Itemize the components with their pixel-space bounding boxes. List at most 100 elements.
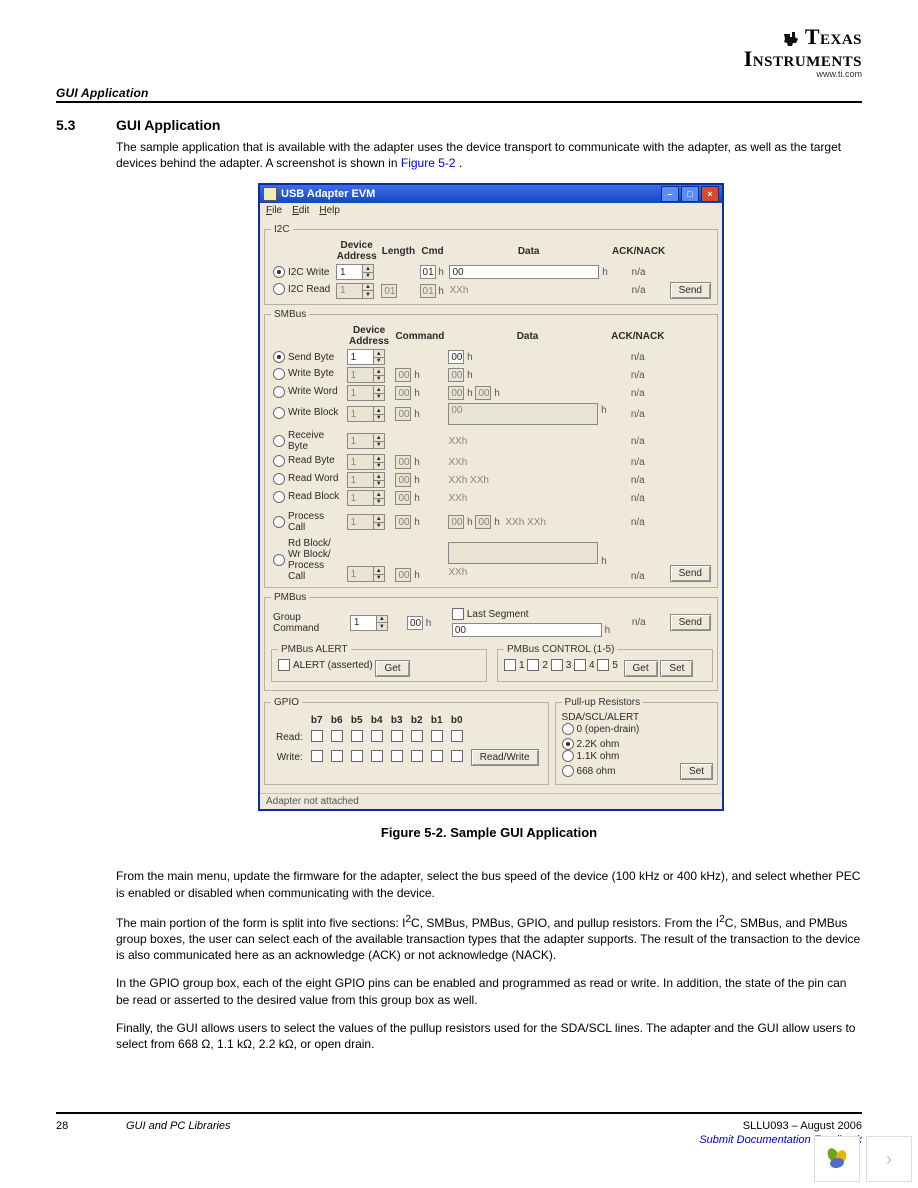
radio-pu-668[interactable]: 668 ohm — [562, 765, 616, 777]
tb-wbl-data[interactable]: 00 — [448, 403, 598, 425]
logo-top: Texas — [805, 26, 862, 48]
spin-wb-addr[interactable]: 1▲▼ — [347, 367, 385, 383]
spin-rdb-addr[interactable]: 1▲▼ — [347, 454, 385, 470]
chk-ctrl-1[interactable]: 1 — [504, 659, 525, 671]
chk-write-b3[interactable] — [391, 750, 403, 762]
chk-write-b4[interactable] — [371, 750, 383, 762]
tb-pc-d2[interactable]: 00 — [475, 515, 491, 529]
tb-rdw-cmd[interactable]: 00 — [395, 473, 411, 487]
paragraph-3: The main portion of the form is split in… — [116, 913, 862, 964]
menu-file[interactable]: File — [266, 205, 282, 216]
spin-rb-addr[interactable]: 1▲▼ — [347, 433, 385, 449]
tb-pc-d1[interactable]: 00 — [448, 515, 464, 529]
radio-read-byte[interactable]: Read Byte — [273, 455, 335, 467]
tb-rdbl-cmd[interactable]: 00 — [395, 491, 411, 505]
btn-pmbus-send[interactable]: Send — [670, 614, 711, 631]
radio-rdwr-block[interactable]: Rd Block/Wr Block/ProcessCall — [273, 538, 331, 582]
spin-i2cw-addr[interactable]: 1▲▼ — [336, 264, 374, 280]
hdr-b6: b6 — [328, 714, 346, 727]
tb-i2cw-cmd[interactable]: 01 — [420, 265, 436, 279]
tb-pc-cmd[interactable]: 00 — [395, 515, 411, 529]
tb-ww-d2[interactable]: 00 — [475, 386, 491, 400]
chk-write-b5[interactable] — [351, 750, 363, 762]
radio-pu-11[interactable]: 1.1K ohm — [562, 750, 620, 762]
tb-gc-data[interactable]: 00 — [452, 623, 602, 637]
chk-ctrl-3[interactable]: 3 — [551, 659, 572, 671]
chk-write-b7[interactable] — [311, 750, 323, 762]
close-button[interactable]: × — [701, 186, 719, 202]
group-pmbus-alert: PMBus ALERT ALERT (asserted) Get — [271, 644, 487, 682]
btn-ctrl-set[interactable]: Set — [660, 660, 693, 677]
chk-ctrl-2[interactable]: 2 — [527, 659, 548, 671]
btn-alert-get[interactable]: Get — [375, 660, 409, 677]
figure-link[interactable]: Figure 5-2 — [401, 156, 456, 170]
chk-read-b5[interactable] — [351, 730, 363, 742]
chk-read-b3[interactable] — [391, 730, 403, 742]
chk-ctrl-4[interactable]: 4 — [574, 659, 595, 671]
radio-read-word[interactable]: Read Word — [273, 473, 338, 485]
minimize-button[interactable]: – — [661, 186, 679, 202]
tb-rdb-cmd[interactable]: 00 — [395, 455, 411, 469]
btn-gpio-readwrite[interactable]: Read/Write — [471, 749, 539, 766]
btn-pullup-set[interactable]: Set — [680, 763, 713, 780]
chk-read-b1[interactable] — [431, 730, 443, 742]
spin-rdbl-addr[interactable]: 1▲▼ — [347, 490, 385, 506]
spin-wbl-addr[interactable]: 1▲▼ — [347, 406, 385, 422]
tb-sb-data[interactable]: 00 — [448, 350, 464, 364]
radio-pu-22[interactable]: 2.2K ohm — [562, 738, 620, 750]
chk-write-b6[interactable] — [331, 750, 343, 762]
maximize-button[interactable]: □ — [681, 186, 699, 202]
chk-read-b2[interactable] — [411, 730, 423, 742]
chk-read-b6[interactable] — [331, 730, 343, 742]
chk-last-segment[interactable]: Last Segment — [452, 608, 529, 620]
chk-read-b7[interactable] — [311, 730, 323, 742]
tb-i2cr-len[interactable]: 01 — [381, 284, 397, 298]
btn-smbus-send[interactable]: Send — [670, 565, 711, 582]
spin-rdw-addr[interactable]: 1▲▼ — [347, 472, 385, 488]
tb-i2cr-cmd[interactable]: 01 — [420, 284, 436, 298]
chk-write-b2[interactable] — [411, 750, 423, 762]
chk-alert-asserted[interactable]: ALERT (asserted) — [278, 659, 373, 671]
ack-gc: n/a — [612, 607, 665, 638]
radio-write-byte[interactable]: Write Byte — [273, 368, 334, 380]
btn-i2c-send[interactable]: Send — [670, 282, 711, 299]
tb-rwb-data[interactable] — [448, 542, 598, 564]
spin-pc-addr[interactable]: 1▲▼ — [347, 514, 385, 530]
viewer-logo-icon[interactable] — [814, 1136, 860, 1182]
tb-i2cw-data[interactable]: 00 — [449, 265, 599, 279]
hdr-length: Length — [379, 239, 417, 263]
chk-write-b1[interactable] — [431, 750, 443, 762]
radio-send-byte[interactable]: Send Byte — [273, 351, 334, 363]
viewer-next-button[interactable]: › — [866, 1136, 912, 1182]
group-smbus: SMBus DeviceAddress Command Data ACK/NAC… — [264, 309, 718, 588]
spin-rwb-addr[interactable]: 1▲▼ — [347, 566, 385, 582]
radio-process-call[interactable]: ProcessCall — [273, 511, 324, 533]
radio-write-block[interactable]: Write Block — [273, 407, 338, 419]
chk-ctrl-5[interactable]: 5 — [597, 659, 618, 671]
radio-read-block[interactable]: Read Block — [273, 491, 339, 503]
spin-i2cr-addr[interactable]: 1▲▼ — [336, 283, 374, 299]
txt-rdb-data: XXh — [448, 457, 467, 468]
tb-wbl-cmd[interactable]: 00 — [395, 407, 411, 421]
chk-read-b0[interactable] — [451, 730, 463, 742]
tb-wb-cmd[interactable]: 00 — [395, 368, 411, 382]
btn-ctrl-get[interactable]: Get — [624, 660, 658, 677]
radio-receive-byte[interactable]: ReceiveByte — [273, 430, 324, 452]
radio-pu-open[interactable]: 0 (open-drain) — [562, 723, 640, 735]
tb-rwb-cmd[interactable]: 00 — [395, 568, 411, 582]
tb-ww-cmd[interactable]: 00 — [395, 386, 411, 400]
spin-ww-addr[interactable]: 1▲▼ — [347, 385, 385, 401]
spin-gc-addr[interactable]: 1▲▼ — [350, 615, 388, 631]
radio-write-word[interactable]: Write Word — [273, 386, 338, 398]
radio-i2c-read[interactable]: I2C Read — [273, 283, 330, 295]
tb-wb-data[interactable]: 00 — [448, 368, 464, 382]
menu-help[interactable]: Help — [319, 205, 340, 216]
tb-ww-d1[interactable]: 00 — [448, 386, 464, 400]
lbl-group-command: GroupCommand — [271, 607, 348, 638]
menu-edit[interactable]: Edit — [292, 205, 309, 216]
chk-read-b4[interactable] — [371, 730, 383, 742]
radio-i2c-write[interactable]: I2C Write — [273, 266, 330, 278]
tb-gc-cmd[interactable]: 00 — [407, 616, 423, 630]
spin-sb-addr[interactable]: 1▲▼ — [347, 349, 385, 365]
chk-write-b0[interactable] — [451, 750, 463, 762]
